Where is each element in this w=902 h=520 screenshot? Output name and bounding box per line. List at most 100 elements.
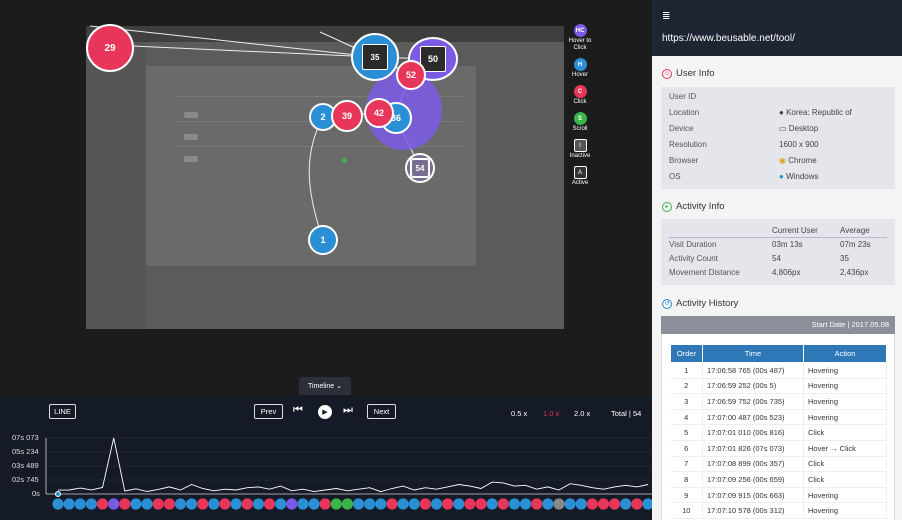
activity-marker[interactable]: [297, 498, 309, 510]
activity-marker[interactable]: [52, 498, 64, 510]
activity-marker[interactable]: [564, 498, 576, 510]
table-row[interactable]: 2 17:06:59 252 (00s 5) Hovering: [670, 378, 887, 395]
movement-distance-average: 2,436px: [840, 268, 869, 277]
activity-info-box: Current User Average Visit Duration 03m …: [661, 219, 895, 285]
activity-marker[interactable]: [241, 498, 253, 510]
activity-marker[interactable]: [453, 498, 465, 510]
page-url[interactable]: https://www.beusable.net/tool/: [662, 33, 795, 44]
activity-marker[interactable]: [85, 498, 97, 510]
activity-marker[interactable]: [163, 498, 175, 510]
activity-marker[interactable]: [185, 498, 198, 510]
activity-marker[interactable]: [475, 498, 487, 510]
activity-marker[interactable]: [174, 498, 187, 510]
activity-marker[interactable]: [553, 498, 565, 510]
activity-marker[interactable]: [352, 498, 365, 510]
hover-icon: H: [573, 58, 587, 71]
activity-bubble-39[interactable]: 39: [331, 100, 363, 132]
table-row[interactable]: 7 17:07:08 899 (00s 357) Click: [670, 456, 887, 473]
next-button[interactable]: Next: [367, 404, 396, 419]
user-id-label: User ID: [669, 92, 697, 101]
skip-forward-icon[interactable]: ⏭: [343, 404, 353, 417]
history-order-cell: 2: [670, 378, 703, 395]
activity-marker[interactable]: [519, 498, 532, 510]
activity-marker[interactable]: [96, 498, 109, 510]
speed-2-0x[interactable]: 2.0 x: [574, 409, 590, 418]
device-text: Desktop: [788, 124, 819, 133]
speed-0-5x[interactable]: 0.5 x: [511, 409, 527, 418]
activity-marker[interactable]: [442, 498, 454, 510]
activity-marker[interactable]: [341, 498, 354, 510]
start-date-bar: Start Date | 2017.05.08: [661, 316, 895, 334]
activity-marker[interactable]: [230, 498, 242, 510]
line-toggle-button[interactable]: LINE: [49, 404, 76, 419]
activity-bubble-29[interactable]: 29: [86, 24, 134, 72]
activity-marker[interactable]: [152, 498, 164, 510]
activity-marker[interactable]: [197, 498, 209, 510]
activity-marker[interactable]: [386, 498, 398, 510]
speed-1-0x[interactable]: 1.0 x: [543, 409, 559, 418]
activity-marker[interactable]: [330, 498, 342, 510]
inactive-icon: I: [573, 139, 587, 152]
activity-marker[interactable]: [364, 498, 376, 510]
timeline-toggle-tab[interactable]: Timeline ⌄: [299, 377, 351, 395]
activity-marker[interactable]: [597, 498, 610, 510]
activity-marker[interactable]: [63, 498, 75, 510]
activity-marker[interactable]: [531, 498, 543, 510]
resolution-label: Resolution: [669, 140, 707, 149]
table-row[interactable]: 4 17:07:00 487 (00s 523) Hovering: [670, 409, 887, 426]
table-row[interactable]: 5 17:07:01 010 (00s 816) Click: [670, 424, 887, 441]
activity-marker[interactable]: [609, 498, 621, 510]
activity-marker[interactable]: [108, 498, 120, 510]
activity-marker[interactable]: [486, 498, 498, 510]
activity-marker[interactable]: [430, 498, 443, 510]
activity-marker[interactable]: [419, 498, 431, 510]
activity-marker[interactable]: [375, 498, 387, 510]
replayed-page-chip: [184, 156, 198, 162]
table-row[interactable]: 3 17:06:59 752 (00s 735) Hovering: [670, 393, 887, 410]
activity-marker[interactable]: [586, 498, 598, 510]
activity-bubble-35[interactable]: 35: [351, 33, 399, 81]
activity-marker[interactable]: [575, 498, 587, 510]
activity-marker[interactable]: [119, 498, 131, 510]
os-text: Windows: [786, 172, 819, 181]
activity-marker[interactable]: [252, 498, 264, 510]
activity-bubble-1[interactable]: 1: [308, 225, 338, 255]
activity-marker[interactable]: [508, 498, 521, 510]
activity-marker[interactable]: [74, 498, 86, 510]
device-value: ▭ Desktop: [779, 124, 818, 133]
prev-button[interactable]: Prev: [254, 404, 283, 419]
activity-marker[interactable]: [130, 498, 142, 510]
activity-marker[interactable]: [308, 498, 320, 510]
resolution-value: 1600 x 900: [779, 140, 819, 149]
table-row[interactable]: 1 17:06:58 765 (00s 487) Hovering: [670, 362, 887, 379]
activity-marker[interactable]: [497, 498, 509, 510]
activity-marker[interactable]: [286, 498, 298, 510]
scroll-icon: S: [573, 112, 587, 125]
activity-marker[interactable]: [642, 498, 652, 510]
activity-marker[interactable]: [408, 498, 420, 510]
activity-marker[interactable]: [542, 498, 554, 510]
activity-marker[interactable]: [464, 498, 476, 510]
activity-marker[interactable]: [219, 498, 231, 510]
activity-marker[interactable]: [275, 498, 287, 510]
table-row[interactable]: 10 17:07:10 578 (00s 312) Hovering: [670, 502, 887, 519]
activity-marker[interactable]: [620, 498, 632, 510]
table-row[interactable]: 9 17:07:09 915 (00s 663) Hovering: [670, 487, 887, 504]
activity-marker[interactable]: [208, 498, 220, 510]
activity-bubble-54[interactable]: 54: [405, 153, 435, 183]
activity-marker[interactable]: [141, 498, 153, 510]
bubble-number: 39: [341, 111, 352, 121]
activity-marker[interactable]: [397, 498, 409, 510]
skip-back-icon[interactable]: ⏮: [293, 404, 303, 417]
table-row[interactable]: 8 17:07:09 256 (00s 659) Click: [670, 471, 887, 488]
timeline-tab-label: Timeline: [307, 382, 335, 390]
activity-count-average: 35: [840, 254, 849, 263]
activity-bubble-52[interactable]: 52: [396, 60, 426, 90]
activity-marker[interactable]: [319, 498, 331, 510]
activity-marker[interactable]: [631, 498, 643, 510]
table-row[interactable]: 6 17:07:01 826 (07s 073) Hover → Click: [670, 440, 887, 457]
play-button[interactable]: ▶: [318, 405, 332, 419]
activity-bubble-42[interactable]: 42: [364, 98, 394, 128]
history-time-cell: 17:07:09 915 (00s 663): [702, 487, 804, 504]
activity-marker[interactable]: [263, 498, 276, 510]
